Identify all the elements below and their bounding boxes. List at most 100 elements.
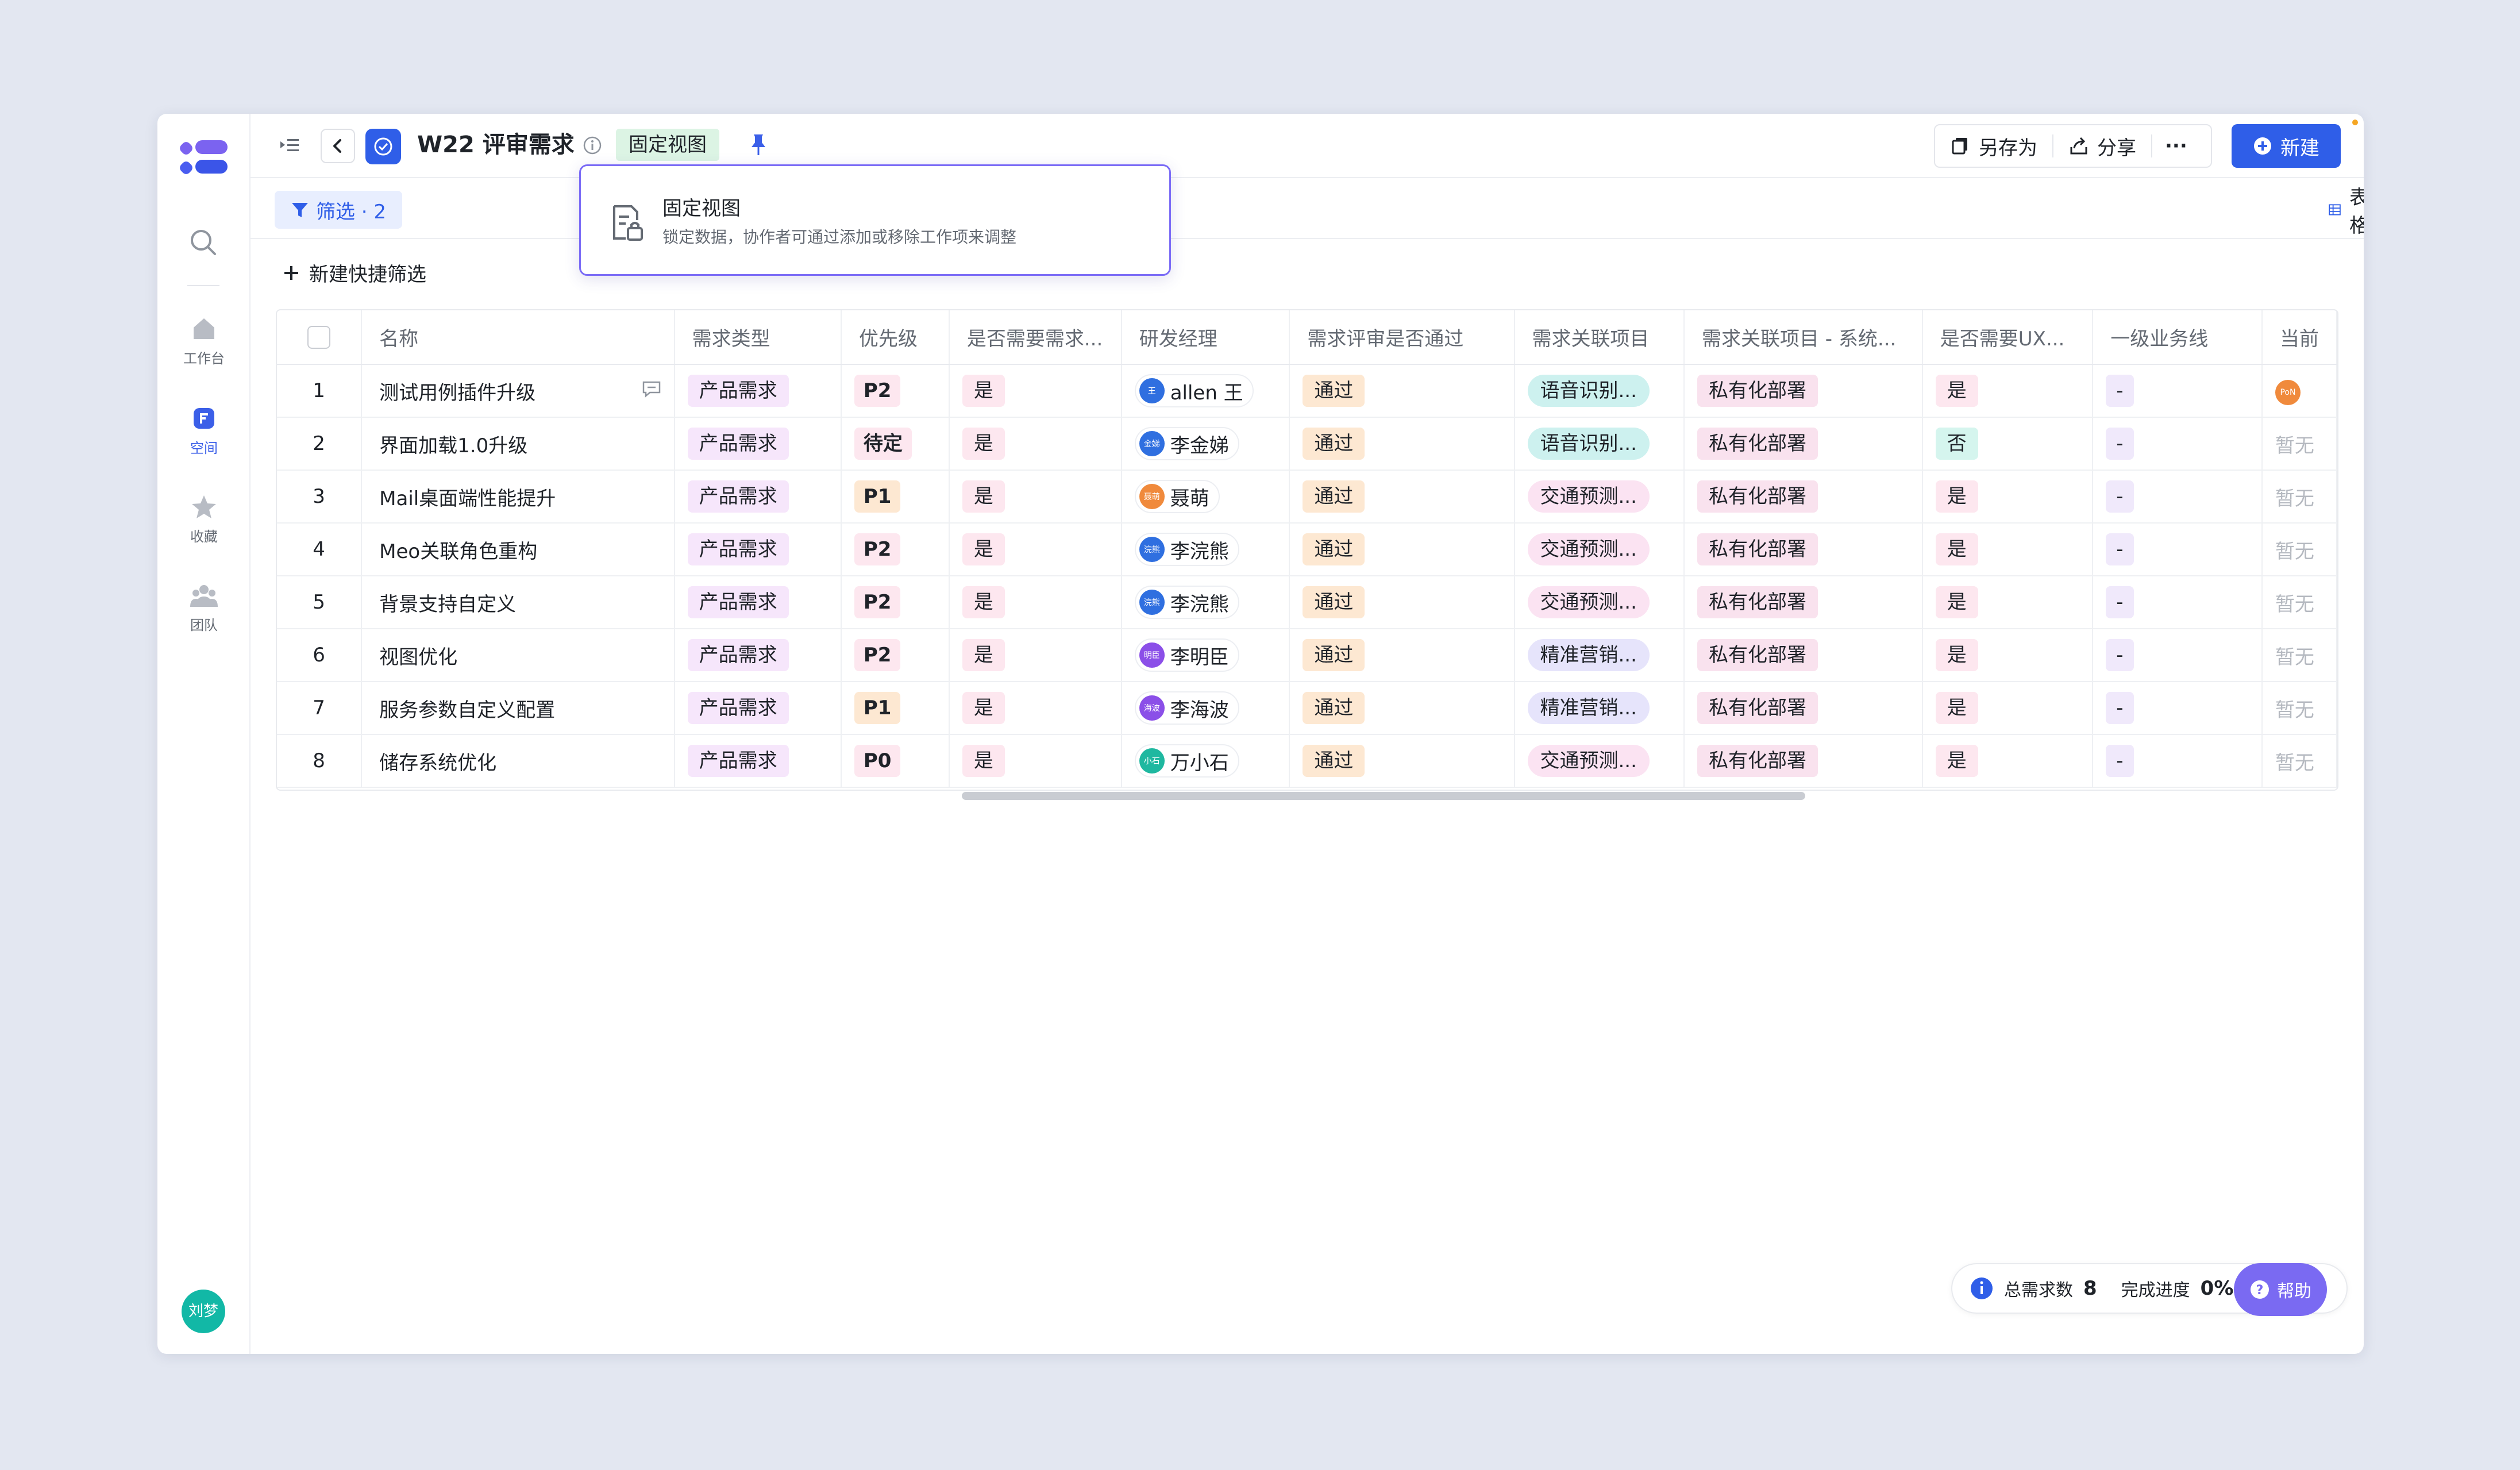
- help-button[interactable]: ? 帮助: [2234, 1263, 2327, 1316]
- priority-cell[interactable]: P0: [841, 734, 950, 788]
- priority-cell[interactable]: P2: [841, 576, 950, 629]
- ux-cell[interactable]: 是: [1922, 470, 2094, 524]
- column-header[interactable]: 需求类型: [674, 310, 842, 365]
- business-line-cell[interactable]: -: [2093, 629, 2263, 682]
- need-cell[interactable]: 是: [949, 417, 1122, 471]
- sidebar-item-space[interactable]: 空间: [157, 405, 251, 457]
- filter-button[interactable]: 筛选 · 2: [275, 191, 402, 229]
- project-cell[interactable]: 语音识别...: [1514, 417, 1685, 471]
- type-cell[interactable]: 产品需求: [674, 470, 842, 524]
- project-cell[interactable]: 交通预测...: [1514, 576, 1685, 629]
- business-line-cell[interactable]: -: [2093, 364, 2263, 418]
- name-cell[interactable]: 储存系统优化: [361, 734, 675, 788]
- project-cell[interactable]: 精准营销...: [1514, 629, 1685, 682]
- need-cell[interactable]: 是: [949, 364, 1122, 418]
- project-cell[interactable]: 交通预测...: [1514, 470, 1685, 524]
- type-cell[interactable]: 产品需求: [674, 629, 842, 682]
- current-cell[interactable]: 暂无: [2261, 576, 2337, 629]
- need-cell[interactable]: 是: [949, 470, 1122, 524]
- manager-cell[interactable]: 明臣 李明臣: [1121, 629, 1290, 682]
- current-cell[interactable]: 暂无: [2261, 523, 2337, 576]
- column-header[interactable]: 一级业务线: [2093, 310, 2263, 365]
- review-cell[interactable]: 通过: [1289, 470, 1515, 524]
- name-cell[interactable]: 测试用例插件升级: [361, 364, 675, 418]
- review-cell[interactable]: 通过: [1289, 364, 1515, 418]
- table-row[interactable]: 5 背景支持自定义 产品需求 P2 是 浣熊 李浣熊 通过 交通预测... 私有…: [277, 576, 2337, 629]
- type-cell[interactable]: 产品需求: [674, 417, 842, 471]
- ux-cell[interactable]: 是: [1922, 734, 2094, 788]
- sidebar-item-favorites[interactable]: 收藏: [157, 493, 251, 545]
- column-header[interactable]: 需求评审是否通过: [1289, 310, 1515, 365]
- project-cell[interactable]: 精准营销...: [1514, 682, 1685, 735]
- share-button[interactable]: 分享: [2053, 124, 2151, 168]
- table-row[interactable]: 8 储存系统优化 产品需求 P0 是 小石 万小石 通过 交通预测... 私有化…: [277, 734, 2337, 788]
- sidebar-item-workbench[interactable]: 工作台: [157, 315, 251, 367]
- current-cell[interactable]: 暂无: [2261, 417, 2337, 471]
- business-line-cell[interactable]: -: [2093, 470, 2263, 524]
- ux-cell[interactable]: 是: [1922, 629, 2094, 682]
- manager-cell[interactable]: 聂萌 聂萌: [1121, 470, 1290, 524]
- review-cell[interactable]: 通过: [1289, 417, 1515, 471]
- manager-cell[interactable]: 王 allen 王: [1121, 364, 1290, 418]
- ux-cell[interactable]: 是: [1922, 364, 2094, 418]
- name-cell[interactable]: Mail桌面端性能提升: [361, 470, 675, 524]
- manager-cell[interactable]: 金娣 李金娣: [1121, 417, 1290, 471]
- new-quick-filter-button[interactable]: 新建快捷筛选: [283, 259, 426, 287]
- column-header[interactable]: 需求关联项目: [1514, 310, 1685, 365]
- ux-cell[interactable]: 是: [1922, 576, 2094, 629]
- manager-cell[interactable]: 浣熊 李浣熊: [1121, 576, 1290, 629]
- search-icon[interactable]: [187, 226, 219, 259]
- table-row[interactable]: 6 视图优化 产品需求 P2 是 明臣 李明臣 通过 精准营销... 私有化部署…: [277, 629, 2337, 682]
- type-cell[interactable]: 产品需求: [674, 364, 842, 418]
- sidebar-item-team[interactable]: 团队: [157, 582, 251, 634]
- need-cell[interactable]: 是: [949, 682, 1122, 735]
- priority-cell[interactable]: P2: [841, 523, 950, 576]
- business-line-cell[interactable]: -: [2093, 682, 2263, 735]
- review-cell[interactable]: 通过: [1289, 734, 1515, 788]
- ux-cell[interactable]: 否: [1922, 417, 2094, 471]
- business-line-cell[interactable]: -: [2093, 523, 2263, 576]
- fixed-view-badge[interactable]: 固定视图: [616, 129, 719, 161]
- back-button[interactable]: [321, 129, 355, 163]
- type-cell[interactable]: 产品需求: [674, 523, 842, 576]
- user-avatar[interactable]: 刘梦: [182, 1290, 225, 1333]
- priority-cell[interactable]: P2: [841, 364, 950, 418]
- name-cell[interactable]: 背景支持自定义: [361, 576, 675, 629]
- view-selector[interactable]: 表格: [2328, 186, 2364, 237]
- system-cell[interactable]: 私有化部署: [1684, 417, 1923, 471]
- manager-cell[interactable]: 浣熊 李浣熊: [1121, 523, 1290, 576]
- info-icon[interactable]: [581, 134, 603, 156]
- column-header[interactable]: 是否需要UX...: [1922, 310, 2094, 365]
- review-cell[interactable]: 通过: [1289, 629, 1515, 682]
- table-row[interactable]: 2 界面加载1.0升级 产品需求 待定 是 金娣 李金娣 通过 语音识别... …: [277, 417, 2337, 471]
- review-cell[interactable]: 通过: [1289, 523, 1515, 576]
- table-row[interactable]: 1 测试用例插件升级 产品需求 P2 是 王 allen 王 通过 语音识别..…: [277, 364, 2337, 418]
- table-row[interactable]: 7 服务参数自定义配置 产品需求 P1 是 海波 李海波 通过 精准营销... …: [277, 682, 2337, 735]
- name-cell[interactable]: 服务参数自定义配置: [361, 682, 675, 735]
- system-cell[interactable]: 私有化部署: [1684, 734, 1923, 788]
- ux-cell[interactable]: 是: [1922, 523, 2094, 576]
- more-button[interactable]: ···: [2152, 124, 2200, 168]
- collapse-sidebar-icon[interactable]: [277, 132, 302, 157]
- review-cell[interactable]: 通过: [1289, 576, 1515, 629]
- priority-cell[interactable]: P2: [841, 629, 950, 682]
- need-cell[interactable]: 是: [949, 629, 1122, 682]
- priority-cell[interactable]: 待定: [841, 417, 950, 471]
- current-cell[interactable]: 暂无: [2261, 734, 2337, 788]
- name-cell[interactable]: 界面加载1.0升级: [361, 417, 675, 471]
- manager-cell[interactable]: 小石 万小石: [1121, 734, 1290, 788]
- current-cell[interactable]: 暂无: [2261, 629, 2337, 682]
- system-cell[interactable]: 私有化部署: [1684, 576, 1923, 629]
- business-line-cell[interactable]: -: [2093, 734, 2263, 788]
- horizontal-scrollbar[interactable]: [962, 792, 1805, 800]
- pin-icon[interactable]: [747, 132, 770, 157]
- need-cell[interactable]: 是: [949, 576, 1122, 629]
- system-cell[interactable]: 私有化部署: [1684, 523, 1923, 576]
- type-cell[interactable]: 产品需求: [674, 682, 842, 735]
- current-cell[interactable]: PoN: [2261, 364, 2337, 418]
- system-cell[interactable]: 私有化部署: [1684, 682, 1923, 735]
- table-row[interactable]: 3 Mail桌面端性能提升 产品需求 P1 是 聂萌 聂萌 通过 交通预测...…: [277, 470, 2337, 524]
- system-cell[interactable]: 私有化部署: [1684, 629, 1923, 682]
- review-cell[interactable]: 通过: [1289, 682, 1515, 735]
- type-cell[interactable]: 产品需求: [674, 734, 842, 788]
